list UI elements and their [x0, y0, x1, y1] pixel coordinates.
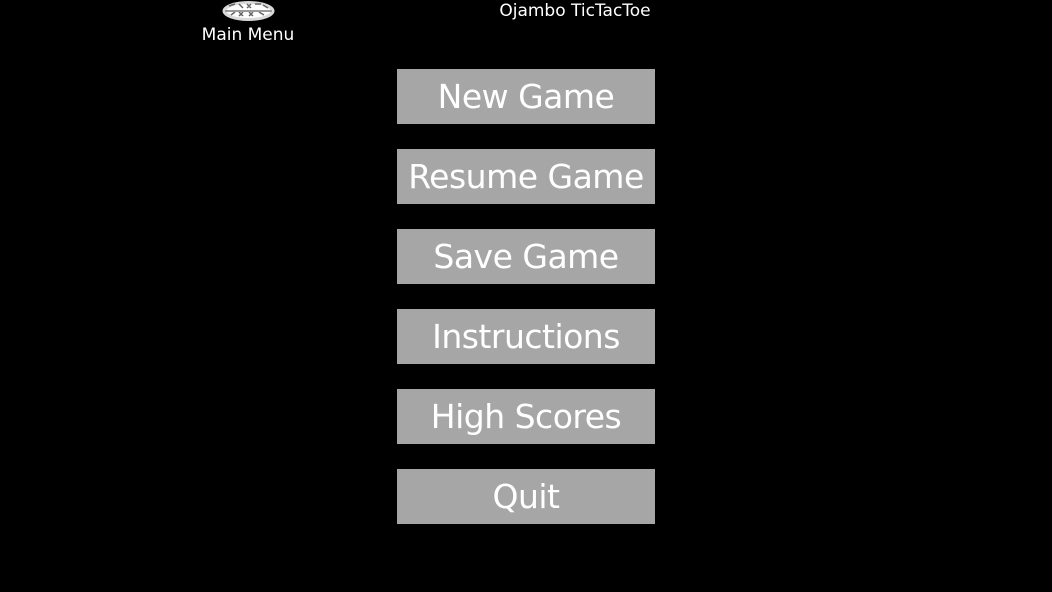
- save-game-button[interactable]: Save Game: [397, 229, 655, 284]
- instructions-button[interactable]: Instructions: [397, 309, 655, 364]
- high-scores-button[interactable]: High Scores: [397, 389, 655, 444]
- menu-title: Main Menu: [201, 25, 295, 45]
- main-menu: New Game Resume Game Save Game Instructi…: [397, 69, 655, 549]
- game-logo-icon: [221, 0, 276, 22]
- app-title: Ojambo TicTacToe: [499, 1, 651, 21]
- resume-game-button[interactable]: Resume Game: [397, 149, 655, 204]
- quit-button[interactable]: Quit: [397, 469, 655, 524]
- new-game-button[interactable]: New Game: [397, 69, 655, 124]
